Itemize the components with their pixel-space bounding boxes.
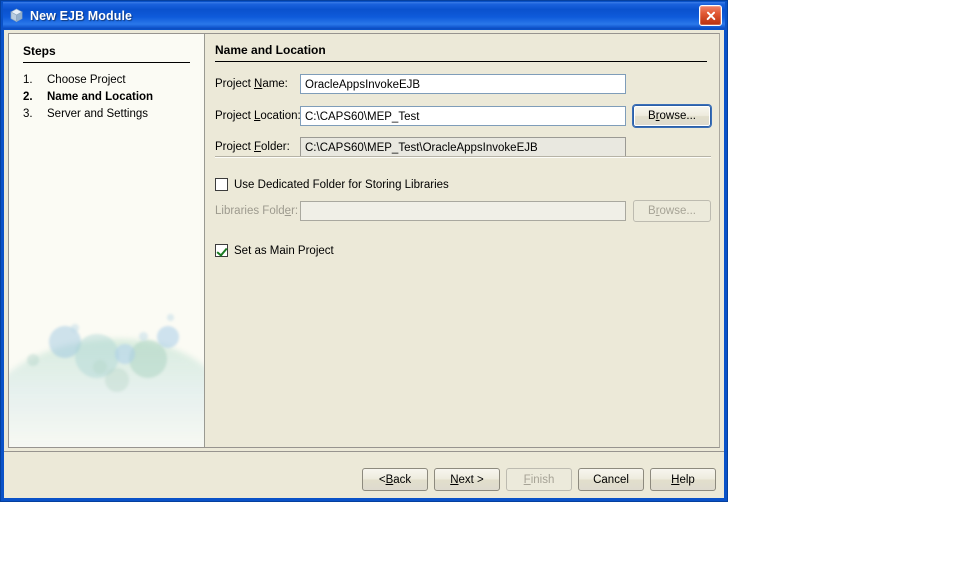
libraries-folder-input [300,201,626,221]
project-location-label: Project Location: [215,110,301,122]
step-number: 1. [23,74,33,86]
use-dedicated-folder-label: Use Dedicated Folder for Storing Librari… [234,178,449,191]
finish-button: Finish [506,468,572,491]
set-as-main-project-checkbox-row[interactable]: Set as Main Project [215,244,334,257]
step-label: Server and Settings [47,108,149,120]
new-ejb-module-dialog: New EJB Module Steps 1. Choose Project 2… [0,0,728,502]
project-name-input[interactable]: OracleAppsInvokeEJB [300,74,626,94]
set-as-main-project-checkbox[interactable] [215,244,228,257]
steps-panel: Steps 1. Choose Project 2. Name and Loca… [9,34,205,447]
module-cube-icon [8,7,25,24]
project-location-row: Project Location: C:\CAPS60\MEP_Test Bro… [215,105,719,127]
step-label: Choose Project [47,74,126,86]
project-name-row: Project Name: OracleAppsInvokeEJB [215,74,711,94]
dialog-content: Steps 1. Choose Project 2. Name and Loca… [8,33,720,448]
step-number: 2. [23,91,33,103]
step-item-name-and-location: 2. Name and Location [23,89,198,106]
cancel-button[interactable]: Cancel [578,468,644,491]
dialog-titlebar[interactable]: New EJB Module [3,2,725,29]
back-button[interactable]: < Back [362,468,428,491]
project-location-input[interactable]: C:\CAPS60\MEP_Test [300,106,626,126]
step-label: Name and Location [47,91,154,103]
help-button[interactable]: Help [650,468,716,491]
page-title: Name and Location [215,43,326,57]
step-item-server-and-settings: 3. Server and Settings [23,106,198,123]
close-icon[interactable] [699,5,722,26]
browse-location-button[interactable]: Br owse... [633,105,711,127]
project-folder-row: Project Folder: C:\CAPS60\MEP_Test\Oracl… [215,137,711,157]
screen: New EJB Module Steps 1. Choose Project 2… [0,0,960,581]
project-folder-label: Project Folder: [215,141,290,153]
libraries-folder-label: Libraries Folder: [215,205,299,217]
steps-list: 1. Choose Project 2. Name and Location 3… [23,72,198,123]
next-button[interactable]: Next > [434,468,500,491]
main-panel: Name and Location Project Name: OracleAp… [205,34,719,447]
libraries-folder-row: Libraries Folder: Br owse... [215,200,719,222]
step-number: 3. [23,108,33,120]
set-as-main-project-label: Set as Main Project [234,244,334,257]
browse-libraries-button: Br owse... [633,200,711,222]
project-name-label: Project Name: [215,78,288,90]
decorative-bubbles-graphic [9,282,204,447]
use-dedicated-folder-checkbox[interactable] [215,178,228,191]
step-item-choose-project: 1. Choose Project [23,72,198,89]
dialog-title: New EJB Module [30,8,133,23]
dialog-button-bar: < Back Next > Finish Cancel Help [4,451,724,498]
use-dedicated-folder-checkbox-row[interactable]: Use Dedicated Folder for Storing Librari… [215,178,449,191]
dialog-body: Steps 1. Choose Project 2. Name and Loca… [4,30,724,498]
section-divider [215,156,711,157]
page-title-divider [215,61,707,62]
project-folder-value: C:\CAPS60\MEP_Test\OracleAppsInvokeEJB [300,137,626,157]
steps-heading: Steps [23,44,56,58]
steps-divider [23,62,190,63]
